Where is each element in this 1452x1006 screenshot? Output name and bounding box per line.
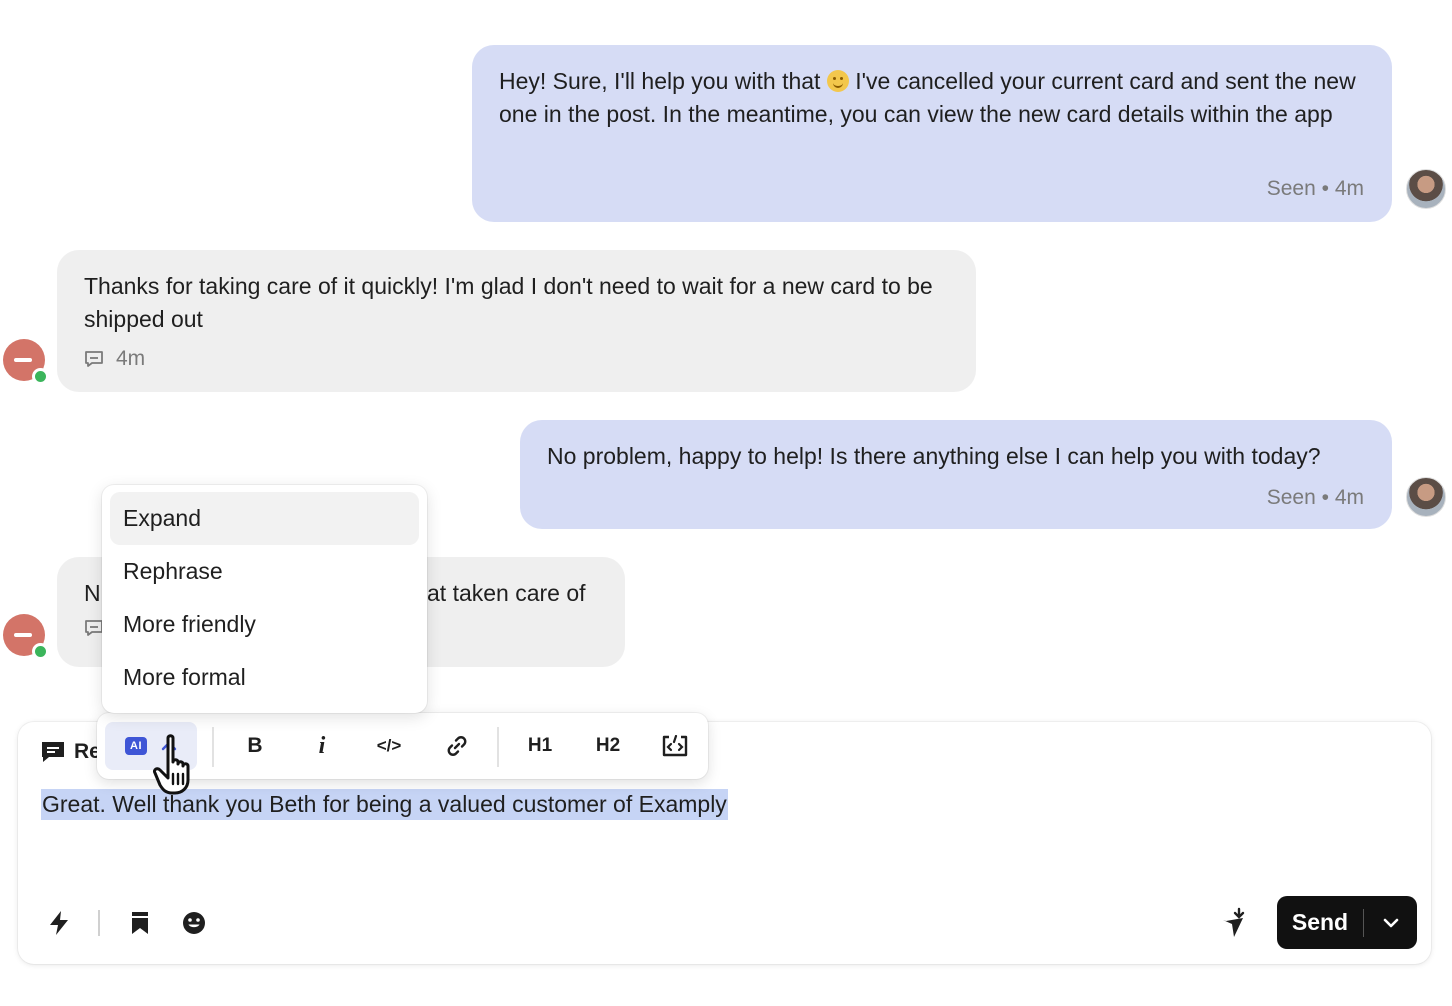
menu-item-expand[interactable]: Expand xyxy=(110,492,419,545)
send-label: Send xyxy=(1291,909,1349,935)
draft-text-selected[interactable]: Great. Well thank you Beth for being a v… xyxy=(41,789,728,820)
customer-avatar[interactable] xyxy=(3,614,49,660)
lightning-button[interactable] xyxy=(44,908,74,938)
bold-button[interactable]: B xyxy=(233,722,277,770)
link-button[interactable] xyxy=(435,722,479,770)
heading1-button[interactable]: H1 xyxy=(517,722,563,770)
agent-avatar[interactable] xyxy=(1406,477,1446,517)
bookmark-icon xyxy=(132,912,148,934)
link-icon xyxy=(447,736,467,756)
send-options-dropdown[interactable] xyxy=(1364,918,1417,928)
menu-item-more-friendly[interactable]: More friendly xyxy=(110,598,419,651)
menu-item-rephrase[interactable]: Rephrase xyxy=(110,545,419,598)
message-text: No problem, happy to help! Is there anyt… xyxy=(547,443,1321,469)
message-square-icon xyxy=(85,620,103,636)
snooze-icon xyxy=(1223,907,1245,937)
status-separator: • xyxy=(1321,177,1329,200)
heading2-button[interactable]: H2 xyxy=(585,722,631,770)
italic-icon: i xyxy=(318,732,326,759)
menu-item-more-formal[interactable]: More formal xyxy=(110,651,419,704)
embed-icon xyxy=(662,735,688,757)
customer-avatar[interactable] xyxy=(3,339,49,385)
toolbar-divider xyxy=(98,910,100,936)
chevron-down-icon xyxy=(1383,918,1398,927)
agent-avatar[interactable] xyxy=(1406,169,1446,209)
lightning-icon xyxy=(50,911,68,935)
heading2-label: H2 xyxy=(595,735,621,756)
message-status: Seen • 4m xyxy=(1267,484,1364,512)
toolbar-divider xyxy=(497,727,499,767)
message-outgoing: No problem, happy to help! Is there anyt… xyxy=(520,420,1392,529)
smile-icon xyxy=(183,912,205,934)
code-icon: </> xyxy=(376,736,402,755)
bold-icon: B xyxy=(247,734,263,757)
status-separator: • xyxy=(1321,486,1329,509)
message-meta xyxy=(84,618,104,646)
message-meta: 4m xyxy=(84,345,145,373)
heading1-label: H1 xyxy=(527,735,553,756)
message-outgoing: Hey! Sure, I'll help you with that I've … xyxy=(472,45,1392,222)
code-button[interactable]: </> xyxy=(367,722,411,770)
message-incoming: Thanks for taking care of it quickly! I'… xyxy=(57,250,976,392)
online-status-dot xyxy=(32,643,49,660)
ai-badge: AI xyxy=(125,737,147,755)
message-text: Hey! Sure, I'll help you with that I've … xyxy=(499,68,1356,127)
embed-button[interactable] xyxy=(653,722,697,770)
message-square-icon xyxy=(85,351,103,367)
hand-pointer-cursor-icon xyxy=(153,734,190,795)
seen-label: Seen xyxy=(1266,177,1316,200)
snooze-button[interactable] xyxy=(1218,906,1252,940)
reply-tab[interactable]: Re xyxy=(40,740,101,764)
send-button[interactable]: Send xyxy=(1277,896,1417,949)
avatar-face xyxy=(14,633,32,637)
emoji-button[interactable] xyxy=(179,908,209,938)
ai-actions-menu: Expand Rephrase More friendly More forma… xyxy=(102,485,427,713)
message-text: Thanks for taking care of it quickly! I'… xyxy=(84,273,933,332)
message-time: 4m xyxy=(1334,177,1364,200)
smiling-face-emoji-icon xyxy=(826,70,849,92)
message-time: 4m xyxy=(1334,486,1364,509)
italic-button[interactable]: i xyxy=(300,722,344,770)
message-status: Seen • 4m xyxy=(1267,175,1364,203)
toolbar-divider xyxy=(212,727,214,767)
saved-replies-button[interactable] xyxy=(125,908,155,938)
online-status-dot xyxy=(32,368,49,385)
avatar-face xyxy=(14,358,32,362)
seen-label: Seen xyxy=(1266,486,1316,509)
message-time: 4m xyxy=(116,347,146,370)
chat-bubble-icon xyxy=(42,742,64,762)
